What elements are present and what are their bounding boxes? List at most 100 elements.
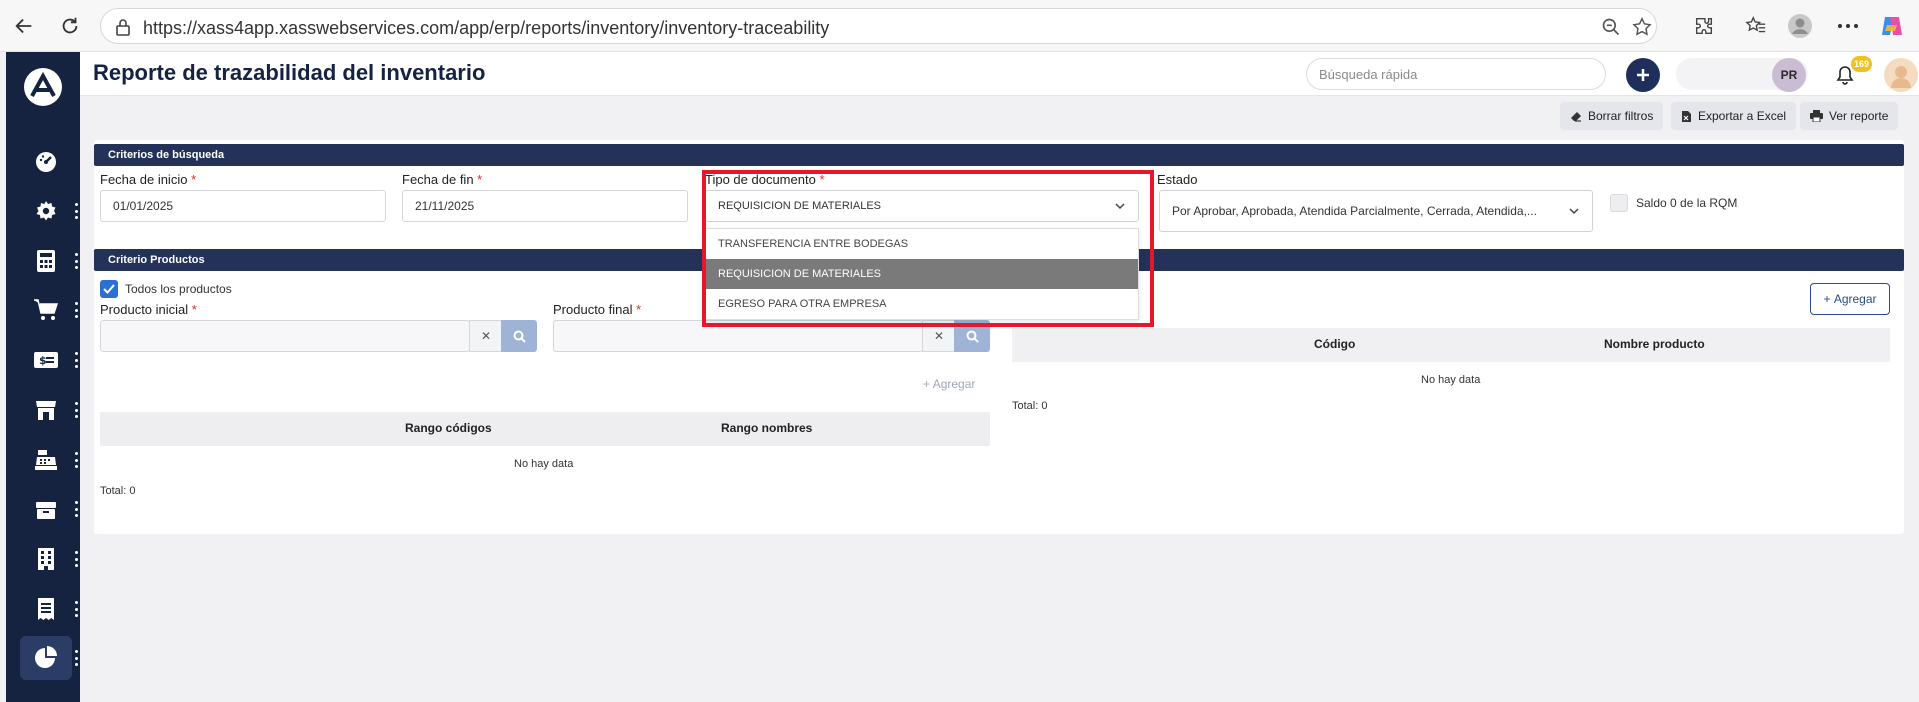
checkmark-icon — [103, 284, 115, 294]
final-product-search-button[interactable] — [954, 320, 990, 352]
export-excel-label: Exportar a Excel — [1698, 109, 1787, 123]
sidebar-settings-menu[interactable] — [74, 203, 78, 219]
main-content: Reporte de trazabilidad del inventario P… — [80, 52, 1919, 702]
puzzle-icon — [1695, 17, 1713, 35]
final-product-clear-button[interactable]: ✕ — [922, 320, 956, 352]
back-arrow-icon — [15, 18, 32, 34]
final-product-label: Producto final * — [553, 302, 641, 317]
avatar[interactable]: PR — [1772, 58, 1806, 92]
clear-filters-button[interactable]: Borrar filtros — [1560, 102, 1664, 130]
doc-type-option-transfer[interactable]: TRANSFERENCIA ENTRE BODEGAS — [706, 229, 1138, 259]
sidebar-item-finance[interactable]: $ — [20, 338, 78, 382]
export-excel-button[interactable]: Exportar a Excel — [1671, 102, 1797, 130]
sidebar-pos-menu[interactable] — [74, 452, 78, 468]
sidebar-reports-menu[interactable] — [74, 650, 78, 666]
initial-product-clear-button[interactable]: ✕ — [469, 320, 503, 352]
dashboard-gauge-icon — [36, 152, 56, 172]
back-button[interactable] — [8, 10, 40, 42]
page-title: Reporte de trazabilidad del inventario — [93, 60, 486, 85]
quick-search-input[interactable] — [1306, 58, 1606, 90]
sidebar-item-settings[interactable] — [20, 189, 78, 233]
sidebar-sales-menu[interactable] — [74, 302, 78, 318]
copilot-button[interactable] — [1878, 12, 1906, 40]
sidebar-item-receipts[interactable] — [20, 587, 78, 631]
sidebar-item-store[interactable] — [20, 388, 78, 432]
user-face-icon — [1891, 66, 1911, 88]
sidebar-item-pos[interactable] — [20, 438, 78, 482]
products-table-total: Total: 0 — [1012, 400, 1048, 412]
store-icon — [36, 401, 56, 420]
sidebar-store-menu[interactable] — [74, 402, 78, 418]
favorites-button[interactable] — [1742, 12, 1770, 40]
money-bill-icon: $ — [34, 352, 58, 368]
sidebar-receipts-menu[interactable] — [74, 601, 78, 617]
add-product-button[interactable]: + Agregar — [1810, 283, 1890, 315]
gear-icon — [36, 201, 56, 221]
sidebar-item-company[interactable] — [20, 537, 78, 581]
close-icon: ✕ — [933, 329, 945, 343]
view-report-button[interactable]: Ver reporte — [1800, 102, 1899, 130]
range-table-total: Total: 0 — [100, 485, 136, 497]
shopping-cart-icon — [34, 299, 59, 320]
sidebar: $ — [6, 52, 80, 702]
required-marker: * — [477, 172, 483, 187]
add-product-label: Agregar — [1833, 292, 1877, 306]
col-product-code: Código — [1314, 337, 1356, 351]
address-bar[interactable]: https://xass4app.xasswebservices.com/app… — [100, 8, 1657, 44]
cash-register-icon — [35, 450, 57, 470]
chevron-down-icon — [1115, 203, 1125, 210]
col-range-names: Rango nombres — [721, 421, 813, 435]
clear-filters-label: Borrar filtros — [1588, 109, 1654, 123]
all-products-label: Todos los productos — [125, 282, 232, 296]
close-icon: ✕ — [480, 329, 492, 343]
initial-product-search-button[interactable] — [501, 320, 537, 352]
doc-type-selected-value: REQUISICION DE MATERIALES — [718, 200, 881, 212]
create-new-button[interactable] — [1626, 58, 1660, 92]
more-options-button[interactable] — [1834, 12, 1862, 40]
doc-type-option-requisition[interactable]: REQUISICION DE MATERIALES — [706, 259, 1138, 289]
sidebar-item-reports[interactable] — [20, 636, 78, 680]
add-range-label: Agregar — [932, 377, 976, 391]
eraser-icon — [1571, 112, 1581, 122]
sidebar-finance-menu[interactable] — [74, 352, 78, 368]
status-selected-value: Por Aprobar, Aprobada, Atendida Parcialm… — [1172, 204, 1537, 218]
app-logo-icon[interactable] — [22, 66, 64, 108]
sidebar-item-inventory[interactable] — [20, 487, 78, 531]
range-table-empty: No hay data — [514, 458, 574, 470]
sidebar-calculator-menu[interactable] — [74, 253, 78, 269]
required-marker: * — [191, 302, 197, 317]
plus-icon: + — [1823, 292, 1834, 306]
start-date-label: Fecha de inicio * — [100, 172, 196, 187]
ellipsis-icon — [1838, 24, 1858, 28]
start-date-input[interactable]: 01/01/2025 — [100, 190, 386, 222]
sidebar-item-calculator[interactable] — [20, 239, 78, 283]
user-avatar[interactable] — [1884, 58, 1918, 92]
col-product-name: Nombre producto — [1604, 337, 1705, 351]
building-icon — [38, 548, 54, 570]
initial-product-label: Producto inicial * — [100, 302, 197, 317]
excel-file-icon — [1682, 110, 1691, 122]
calculator-icon — [37, 250, 55, 272]
required-marker: * — [636, 302, 642, 317]
add-range-link[interactable]: + Agregar — [923, 377, 975, 391]
doc-type-label-text: Tipo de documento — [705, 172, 816, 187]
sidebar-company-menu[interactable] — [74, 551, 78, 567]
sidebar-inventory-menu[interactable] — [74, 501, 78, 517]
sidebar-item-dashboard[interactable] — [20, 140, 72, 184]
doc-type-option-egress[interactable]: EGRESO PARA OTRA EMPRESA — [706, 289, 1138, 319]
extensions-button[interactable] — [1690, 12, 1718, 40]
status-select[interactable]: Por Aprobar, Aprobada, Atendida Parcialm… — [1159, 190, 1593, 232]
search-icon — [966, 330, 979, 343]
profile-button[interactable] — [1786, 12, 1814, 40]
doc-type-select[interactable]: REQUISICION DE MATERIALES — [705, 190, 1139, 222]
saldo-checkbox[interactable] — [1610, 194, 1628, 212]
all-products-checkbox[interactable] — [100, 280, 118, 298]
search-criteria-header: Criterios de búsqueda — [94, 144, 1904, 166]
final-product-input[interactable] — [553, 320, 923, 352]
sidebar-item-sales[interactable] — [20, 288, 78, 332]
end-date-input[interactable]: 21/11/2025 — [402, 190, 688, 222]
favorite-star-icon[interactable] — [1631, 16, 1653, 38]
initial-product-input[interactable] — [100, 320, 470, 352]
zoom-out-icon[interactable] — [1601, 17, 1621, 37]
reload-button[interactable] — [54, 10, 86, 42]
